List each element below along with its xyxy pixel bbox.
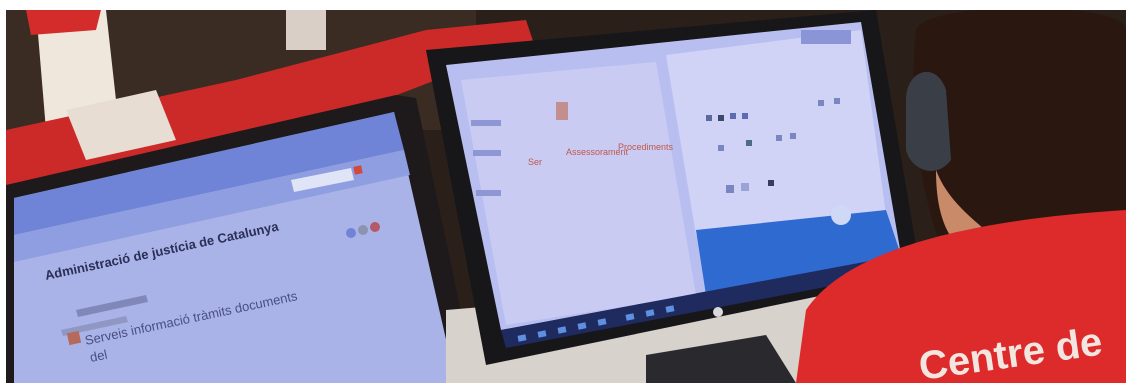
photo-frame: Administració de justícia de Catalunya S… bbox=[6, 10, 1126, 383]
desktop-icon[interactable] bbox=[790, 133, 796, 139]
sidebar-bar-2 bbox=[473, 150, 501, 156]
desktop-icon[interactable] bbox=[741, 183, 749, 191]
desktop-icon[interactable] bbox=[746, 140, 752, 146]
sidebar-bar-3 bbox=[476, 190, 501, 196]
monitor-power-light bbox=[713, 307, 723, 317]
desktop-icon[interactable] bbox=[718, 115, 724, 121]
desktop-icon[interactable] bbox=[706, 115, 712, 121]
desktop-panel bbox=[666, 30, 886, 235]
desktop-header bbox=[801, 30, 851, 44]
monitor-text-1: Ser bbox=[528, 157, 542, 167]
desktop-icon[interactable] bbox=[726, 185, 734, 193]
wallpaper-logo bbox=[831, 205, 851, 225]
nav-dot-2 bbox=[358, 225, 368, 235]
desktop-icon[interactable] bbox=[768, 180, 774, 186]
desktop-icon[interactable] bbox=[776, 135, 782, 141]
office-scene-illustration: Administració de justícia de Catalunya S… bbox=[6, 10, 1126, 383]
sidebar-bar-1 bbox=[471, 120, 501, 126]
background-shelf bbox=[286, 10, 326, 50]
search-icon[interactable] bbox=[353, 165, 363, 175]
nav-dot-1 bbox=[346, 228, 356, 238]
headset bbox=[906, 71, 951, 171]
desktop-icon[interactable] bbox=[818, 100, 824, 106]
content-icon bbox=[66, 330, 82, 346]
monitor-text-3: Procediments bbox=[618, 142, 674, 152]
desktop-icon[interactable] bbox=[742, 113, 748, 119]
document-icon bbox=[556, 102, 568, 120]
desktop-icon[interactable] bbox=[718, 145, 724, 151]
desktop-icon[interactable] bbox=[730, 113, 736, 119]
nav-dot-3 bbox=[370, 222, 380, 232]
desktop-icon[interactable] bbox=[834, 98, 840, 104]
